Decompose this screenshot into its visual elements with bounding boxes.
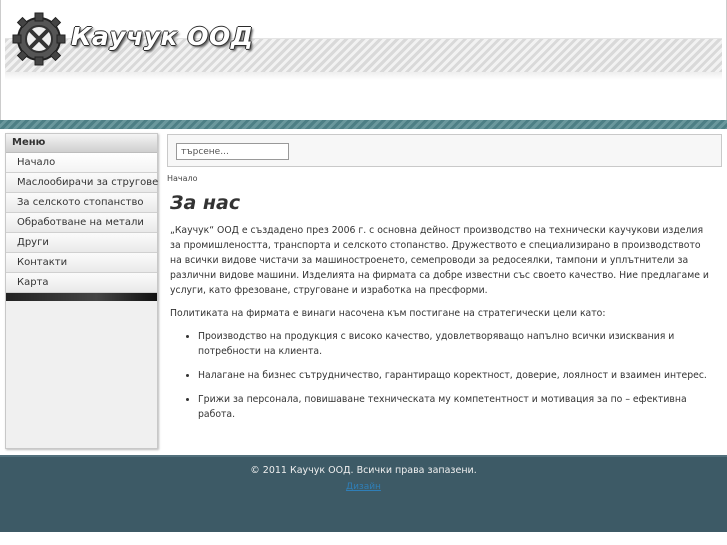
sidebar-item-map[interactable]: Карта: [6, 273, 157, 293]
page-bottom: [0, 532, 727, 545]
search-panel: [167, 134, 722, 167]
sidebar-item-oil-wipers[interactable]: Маслообирачи за стругове: [6, 173, 158, 193]
sidebar-item-agriculture[interactable]: За селското стопанство: [6, 193, 157, 213]
page-title: За нас: [170, 192, 241, 214]
sidebar-item-home[interactable]: Начало: [6, 153, 157, 173]
list-item: Налагане на бизнес сътрудничество, гаран…: [198, 368, 715, 383]
list-item: Производство на продукция с високо качес…: [198, 329, 715, 359]
sidebar-item-metalworking[interactable]: Обработване на метали: [6, 213, 157, 233]
intro-paragraph: „Каучук“ ООД е създадено през 2006 г. с …: [170, 225, 709, 296]
article-content: „Каучук“ ООД е създадено през 2006 г. с …: [170, 223, 715, 431]
design-link[interactable]: Дизайн: [0, 482, 727, 492]
site-title[interactable]: Каучук ООД: [71, 22, 254, 51]
site-footer: © 2011 Каучук ООД. Всички права запазени…: [0, 455, 727, 532]
sidebar-item-other[interactable]: Други: [6, 233, 157, 253]
gear-tire-logo-icon[interactable]: [11, 12, 71, 66]
sidebar-item-contacts[interactable]: Контакти: [6, 253, 157, 273]
menu-heading: Меню: [6, 134, 157, 153]
breadcrumb[interactable]: Начало: [167, 174, 198, 183]
sidebar-menu: Меню Начало Маслообирачи за стругове За …: [5, 133, 158, 449]
goals-list: Производство на продукция с високо качес…: [170, 329, 715, 422]
list-item: Грижи за персонала, повишаване техническ…: [198, 392, 715, 422]
policy-paragraph: Политиката на фирмата е винаги насочена …: [170, 308, 606, 319]
menu-end-bar: [6, 293, 157, 301]
site-header: Каучук ООД: [0, 0, 727, 120]
copyright-text: © 2011 Каучук ООД. Всички права запазени…: [250, 465, 477, 476]
search-input[interactable]: [176, 143, 289, 160]
header-divider: [0, 120, 727, 129]
